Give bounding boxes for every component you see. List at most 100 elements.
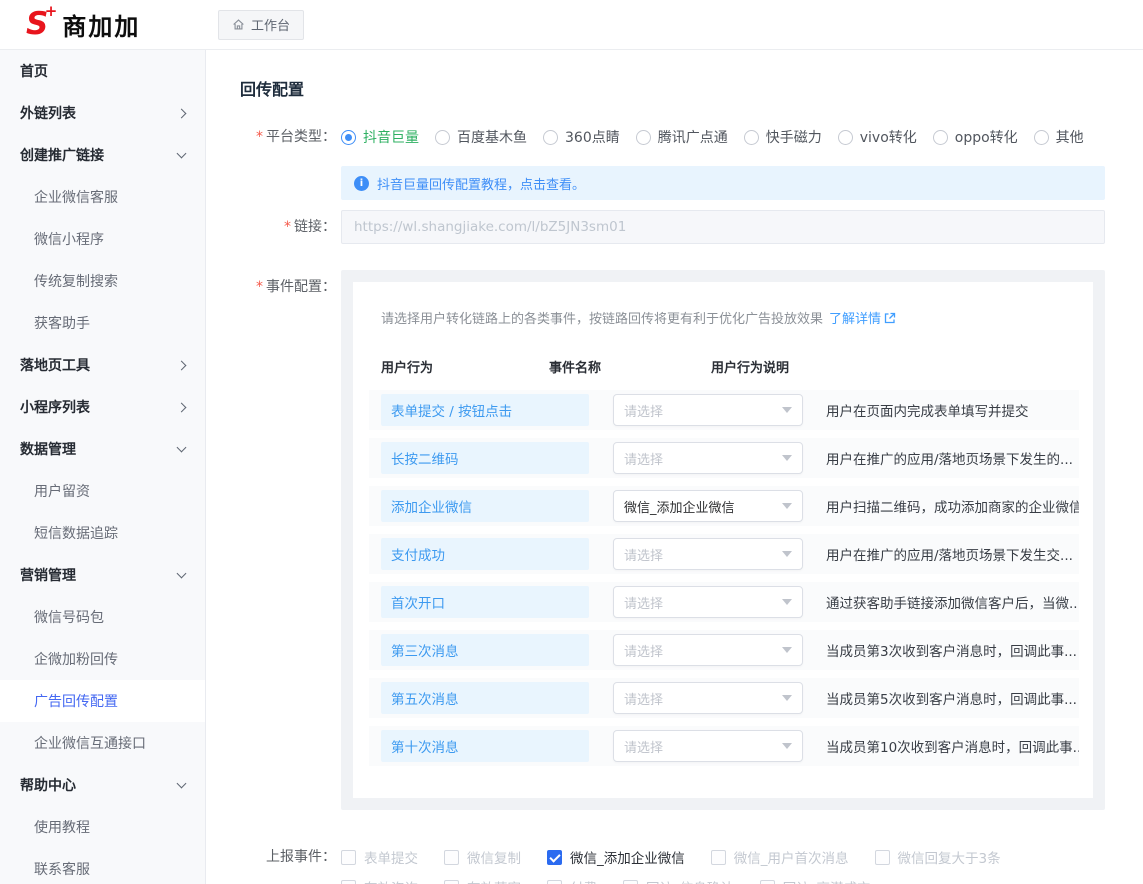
checkbox-unchecked [875, 850, 890, 865]
event-row: 表单提交 / 按钮点击请选择用户在页面内完成表单填写并提交 [369, 390, 1079, 430]
sidebar-item-label: 外链列表 [20, 103, 76, 123]
main-content: 回传配置 *平台类型： 抖音巨量百度基木鱼360点睛腾讯广点通快手磁力vivo转… [206, 50, 1143, 884]
checkbox-label: 表单提交 [364, 847, 418, 867]
sidebar-item[interactable]: 创建推广链接 [0, 134, 205, 176]
checkbox-label: 有效获客 [467, 877, 521, 884]
sidebar-item[interactable]: 短信数据追踪 [0, 512, 205, 554]
report-event-checkbox[interactable]: 表单提交 [341, 847, 418, 867]
event-row: 第五次消息请选择当成员第5次收到客户消息时，回调此事... [369, 678, 1079, 718]
checkbox-label: 回访_高潜成交 [783, 877, 871, 884]
report-events-label: 上报事件： [240, 846, 336, 868]
required-mark: * [256, 129, 263, 145]
report-event-checkbox[interactable]: 微信回复大于3条 [875, 847, 1001, 867]
platform-radio-option[interactable]: oppo转化 [933, 127, 1018, 147]
sidebar-item-label: 企业微信客服 [34, 187, 118, 207]
app-logo[interactable]: S+ 商加加 [0, 7, 206, 42]
sidebar-item-label: 获客助手 [34, 313, 90, 333]
radio-label: 360点睛 [565, 127, 620, 147]
report-event-checkbox[interactable]: 微信_用户首次消息 [711, 847, 849, 867]
platform-radio-option[interactable]: 其他 [1034, 127, 1084, 147]
radio-label: 快手磁力 [766, 127, 822, 147]
sidebar-item[interactable]: 小程序列表 [0, 386, 205, 428]
link-input[interactable] [341, 210, 1105, 244]
event-name-select[interactable]: 请选择 [613, 586, 803, 618]
sidebar-item[interactable]: 企微加粉回传 [0, 638, 205, 680]
sidebar-item[interactable]: 获客助手 [0, 302, 205, 344]
sidebar-item-label: 微信号码包 [34, 607, 104, 627]
event-name-select[interactable]: 微信_添加企业微信 [613, 490, 803, 522]
behavior-description: 当成员第3次收到客户消息时，回调此事... [826, 640, 1077, 660]
chevron-down-icon [782, 647, 792, 653]
behavior-chip: 首次开口 [381, 586, 589, 618]
sidebar-item[interactable]: 落地页工具 [0, 344, 205, 386]
sidebar-item[interactable]: 联系客服 [0, 848, 205, 884]
tutorial-link[interactable]: 抖音巨量回传配置教程，点击查看。 [377, 174, 585, 193]
platform-radio-option[interactable]: 抖音巨量 [341, 127, 419, 147]
checkbox-unchecked [760, 880, 775, 884]
platform-radio-option[interactable]: vivo转化 [838, 127, 917, 147]
checkbox-label: 微信_添加企业微信 [570, 847, 685, 867]
learn-more-link[interactable]: 了解详情 [829, 308, 896, 327]
report-event-checkbox[interactable]: 有效咨询 [341, 877, 418, 884]
event-config-label: *事件配置： [240, 270, 336, 304]
sidebar-item[interactable]: 广告回传配置 [0, 680, 205, 722]
event-name-select[interactable]: 请选择 [613, 634, 803, 666]
report-event-checkbox[interactable]: 付费 [547, 877, 597, 884]
sidebar-item-label: 企微加粉回传 [34, 649, 118, 669]
sidebar-item-label: 联系客服 [34, 859, 90, 879]
report-event-checkbox[interactable]: 回访_信息确认 [623, 877, 734, 884]
platform-radio-option[interactable]: 百度基木鱼 [435, 127, 527, 147]
radio-button [341, 130, 356, 145]
behavior-description: 当成员第10次收到客户消息时，回调此事... [826, 736, 1079, 756]
radio-label: 百度基木鱼 [457, 127, 527, 147]
sidebar-item[interactable]: 传统复制搜索 [0, 260, 205, 302]
sidebar-item[interactable]: 首页 [0, 50, 205, 92]
workspace-tab[interactable]: 工作台 [218, 10, 304, 40]
sidebar-item[interactable]: 数据管理 [0, 428, 205, 470]
behavior-chip: 表单提交 / 按钮点击 [381, 394, 589, 426]
radio-button [933, 130, 948, 145]
home-icon [232, 18, 245, 31]
sidebar-item[interactable]: 微信小程序 [0, 218, 205, 260]
platform-radio-option[interactable]: 腾讯广点通 [636, 127, 728, 147]
radio-button [435, 130, 450, 145]
event-row: 支付成功请选择用户在推广的应用/落地页场景下发生交... [369, 534, 1079, 574]
chevron-right-icon [177, 402, 187, 412]
sidebar-item[interactable]: 企业微信互通接口 [0, 722, 205, 764]
report-event-checkbox[interactable]: 有效获客 [444, 877, 521, 884]
checkbox-label: 微信回复大于3条 [898, 847, 1001, 867]
tutorial-notice: 抖音巨量回传配置教程，点击查看。 [341, 166, 1105, 200]
behavior-chip: 支付成功 [381, 538, 589, 570]
report-event-checkbox[interactable]: 微信_添加企业微信 [547, 847, 685, 867]
sidebar-item[interactable]: 用户留资 [0, 470, 205, 512]
chevron-down-icon [177, 443, 187, 453]
report-event-checkbox[interactable]: 回访_高潜成交 [760, 877, 871, 884]
sidebar-item[interactable]: 帮助中心 [0, 764, 205, 806]
platform-radio-option[interactable]: 快手磁力 [744, 127, 822, 147]
sidebar-item-label: 创建推广链接 [20, 145, 104, 165]
event-name-select[interactable]: 请选择 [613, 682, 803, 714]
select-value: 请选择 [624, 593, 663, 612]
sidebar-item-label: 帮助中心 [20, 775, 76, 795]
sidebar-item[interactable]: 微信号码包 [0, 596, 205, 638]
sidebar-item[interactable]: 使用教程 [0, 806, 205, 848]
event-name-select[interactable]: 请选择 [613, 730, 803, 762]
radio-label: 腾讯广点通 [658, 127, 728, 147]
report-event-checkbox[interactable]: 微信复制 [444, 847, 521, 867]
checkbox-row: 有效咨询 有效获客 付费 回访_信息确认 回访_高潜成交 [341, 876, 1105, 884]
page-title: 回传配置 [240, 76, 1143, 100]
select-value: 请选择 [624, 737, 663, 756]
notice-row: 抖音巨量回传配置教程，点击查看。 [240, 166, 1143, 200]
sidebar-item[interactable]: 营销管理 [0, 554, 205, 596]
sidebar-item[interactable]: 企业微信客服 [0, 176, 205, 218]
event-name-select[interactable]: 请选择 [613, 538, 803, 570]
chevron-down-icon [782, 551, 792, 557]
event-row: 添加企业微信微信_添加企业微信用户扫描二维码，成功添加商家的企业微信 [369, 486, 1079, 526]
event-name-select[interactable]: 请选择 [613, 394, 803, 426]
sidebar-item[interactable]: 外链列表 [0, 92, 205, 134]
select-value: 请选择 [624, 689, 663, 708]
platform-radio-option[interactable]: 360点睛 [543, 127, 620, 147]
checkbox-unchecked [444, 880, 459, 884]
event-name-select[interactable]: 请选择 [613, 442, 803, 474]
chevron-right-icon [177, 108, 187, 118]
